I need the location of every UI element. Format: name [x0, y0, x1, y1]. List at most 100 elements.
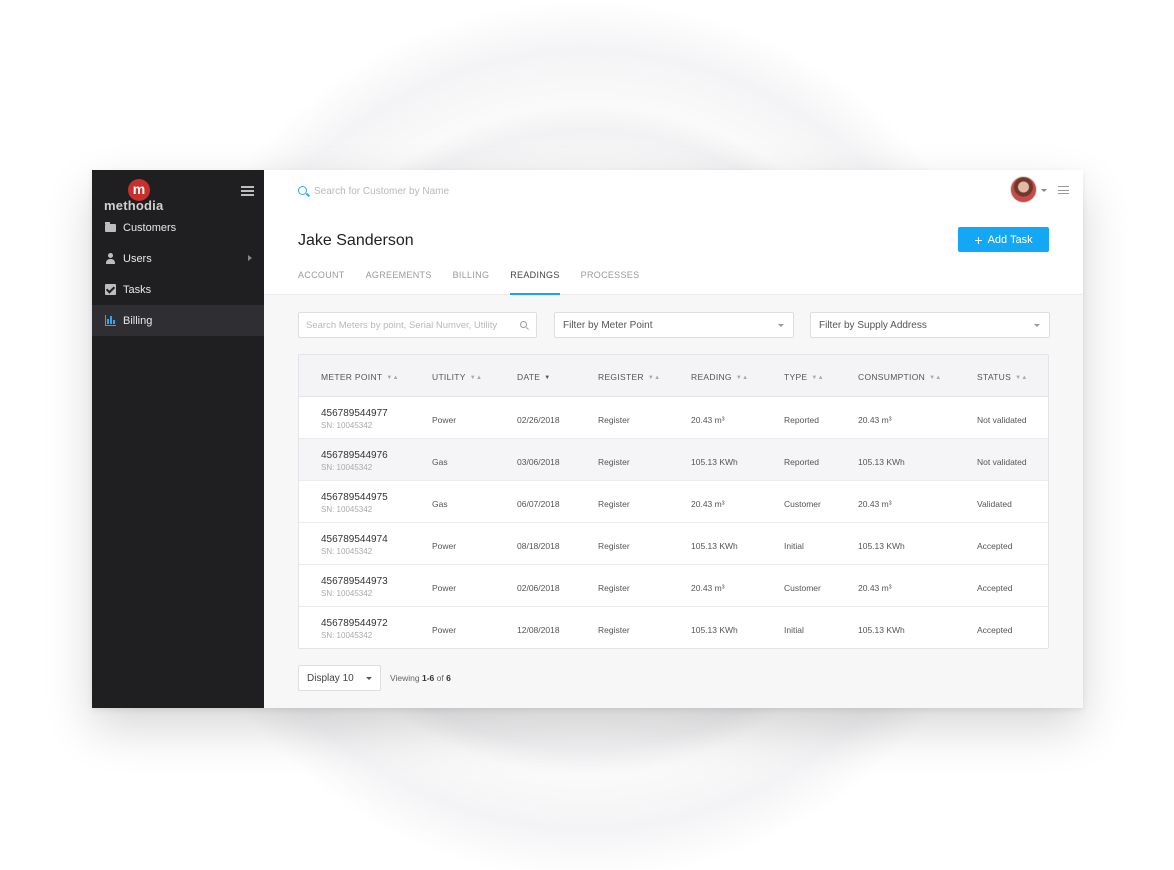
pagination-info: Viewing 1-6 of 6: [390, 673, 451, 683]
sort-icon: ▼▲: [469, 375, 483, 381]
meter-point-filter[interactable]: Filter by Meter Point: [554, 312, 794, 338]
date-cell: 06/07/2018: [517, 499, 560, 509]
tab-readings[interactable]: READINGS: [510, 264, 561, 295]
chevron-down-icon[interactable]: [1041, 189, 1047, 192]
sort-desc-icon: ▼: [544, 375, 551, 381]
sidebar-item-billing[interactable]: Billing: [92, 305, 264, 336]
meter-point-cell: 456789544976 SN: 10045342: [321, 450, 388, 472]
sort-icon: ▼▲: [1015, 375, 1028, 381]
chevron-down-icon: [366, 677, 372, 680]
status-cell: Accepted: [977, 541, 1013, 551]
tab-account[interactable]: ACCOUNT: [298, 264, 345, 295]
supply-address-filter[interactable]: Filter by Supply Address: [810, 312, 1050, 338]
column-header-reading[interactable]: READING ▼▲: [691, 372, 748, 382]
app-window: m methodia Customers Users Tasks Billing…: [92, 170, 1083, 708]
type-cell: Customer: [784, 583, 821, 593]
table-row[interactable]: 456789544973 SN: 10045342 Power 02/06/2018 R…: [299, 565, 1048, 607]
menu-icon[interactable]: [1058, 186, 1069, 194]
search-icon: [298, 186, 307, 195]
type-cell: Initial: [784, 541, 804, 551]
page-title: Jake Sanderson: [298, 232, 414, 249]
utility-cell: Power: [432, 541, 457, 551]
column-header-utility[interactable]: UTILITY ▼▲: [432, 372, 482, 382]
meter-point-cell: 456789544977 SN: 10045342: [321, 408, 388, 430]
status-cell: Accepted: [977, 625, 1013, 635]
reading-cell: 105.13 KWh: [691, 457, 738, 467]
type-cell: Reported: [784, 415, 819, 425]
page-size-label: Display 10: [307, 673, 354, 684]
date-cell: 02/26/2018: [517, 415, 560, 425]
tab-agreements[interactable]: AGREEMENTS: [366, 264, 432, 295]
consumption-cell: 105.13 KWh: [858, 541, 905, 551]
sidebar-item-customers[interactable]: Customers: [92, 212, 264, 243]
reading-cell: 105.13 KWh: [691, 541, 738, 551]
register-cell: Register: [598, 625, 630, 635]
date-cell: 02/06/2018: [517, 583, 560, 593]
user-icon: [105, 253, 116, 264]
column-header-consumption[interactable]: CONSUMPTION ▼▲: [858, 372, 942, 382]
consumption-cell: 20.43 m³: [858, 583, 892, 593]
type-cell: Initial: [784, 625, 804, 635]
sidebar-item-users[interactable]: Users: [92, 243, 264, 274]
status-cell: Accepted: [977, 583, 1013, 593]
register-cell: Register: [598, 583, 630, 593]
utility-cell: Power: [432, 583, 457, 593]
column-header-register[interactable]: REGISTER ▼▲: [598, 372, 660, 382]
methodia-logo[interactable]: m methodia: [104, 179, 174, 213]
register-cell: Register: [598, 499, 630, 509]
register-cell: Register: [598, 541, 630, 551]
reading-cell: 20.43 m³: [691, 583, 725, 593]
sidebar-nav: Customers Users Tasks Billing: [92, 212, 264, 336]
sidebar-menu-icon[interactable]: [241, 186, 254, 196]
column-header-type[interactable]: TYPE ▼▲: [784, 372, 824, 382]
table-row[interactable]: 456789544974 SN: 10045342 Power 08/18/2018 R…: [299, 523, 1048, 565]
sidebar-item-tasks[interactable]: Tasks: [92, 274, 264, 305]
column-header-status[interactable]: STATUS ▼▲: [977, 372, 1028, 382]
sort-icon: ▼▲: [811, 375, 824, 381]
meter-point-filter-label: Filter by Meter Point: [563, 320, 653, 331]
consumption-cell: 20.43 m³: [858, 415, 892, 425]
chevron-down-icon: [1034, 324, 1040, 327]
sidebar-item-label: Tasks: [123, 283, 152, 296]
logo-text: methodia: [104, 198, 164, 213]
consumption-cell: 105.13 KWh: [858, 625, 905, 635]
header: Jake Sanderson + Add Task ACCOUNT AGREEM…: [264, 170, 1083, 295]
register-cell: Register: [598, 415, 630, 425]
reading-cell: 20.43 m³: [691, 499, 725, 509]
table-row[interactable]: 456789544975 SN: 10045342 Gas 06/07/2018 Reg…: [299, 481, 1048, 523]
table-body: 456789544977 SN: 10045342 Power 02/26/2018 R…: [299, 397, 1048, 648]
meter-point-cell: 456789544972 SN: 10045342: [321, 618, 388, 640]
utility-cell: Gas: [432, 499, 448, 509]
utility-cell: Power: [432, 625, 457, 635]
readings-table: METER POINT ▼▲ UTILITY ▼▲ DATE ▼ REGISTER ▼▲…: [298, 354, 1049, 649]
sidebar: m methodia Customers Users Tasks Billing: [92, 170, 264, 708]
meter-point-cell: 456789544974 SN: 10045342: [321, 534, 388, 556]
main-content: Jake Sanderson + Add Task ACCOUNT AGREEM…: [264, 170, 1083, 708]
table-row[interactable]: 456789544976 SN: 10045342 Gas 03/06/2018 Reg…: [299, 439, 1048, 481]
sort-icon: ▼▲: [735, 375, 749, 381]
status-cell: Not validated: [977, 457, 1027, 467]
tab-processes[interactable]: PROCESSES: [581, 264, 640, 295]
tab-billing[interactable]: BILLING: [453, 264, 490, 295]
supply-address-filter-label: Filter by Supply Address: [819, 320, 927, 331]
utility-cell: Gas: [432, 457, 448, 467]
status-cell: Validated: [977, 499, 1012, 509]
table-row[interactable]: 456789544972 SN: 10045342 Power 12/08/2018 R…: [299, 607, 1048, 648]
sort-icon: ▼▲: [929, 375, 942, 381]
add-task-button[interactable]: + Add Task: [958, 227, 1049, 252]
consumption-cell: 20.43 m³: [858, 499, 892, 509]
bar-chart-icon: [105, 315, 116, 326]
meter-point-cell: 456789544973 SN: 10045342: [321, 576, 388, 598]
page-size-select[interactable]: Display 10: [298, 665, 381, 691]
column-header-date[interactable]: DATE ▼: [517, 372, 551, 382]
date-cell: 12/08/2018: [517, 625, 560, 635]
table-row[interactable]: 456789544977 SN: 10045342 Power 02/26/2018 R…: [299, 397, 1048, 439]
column-header-meter-point[interactable]: METER POINT ▼▲: [321, 372, 399, 382]
status-cell: Not validated: [977, 415, 1027, 425]
folder-icon: [105, 221, 116, 232]
meter-search-input[interactable]: [306, 318, 511, 333]
meter-point-cell: 456789544975 SN: 10045342: [321, 492, 388, 514]
avatar[interactable]: [1010, 176, 1037, 203]
customer-search-input[interactable]: [314, 182, 614, 200]
register-cell: Register: [598, 457, 630, 467]
